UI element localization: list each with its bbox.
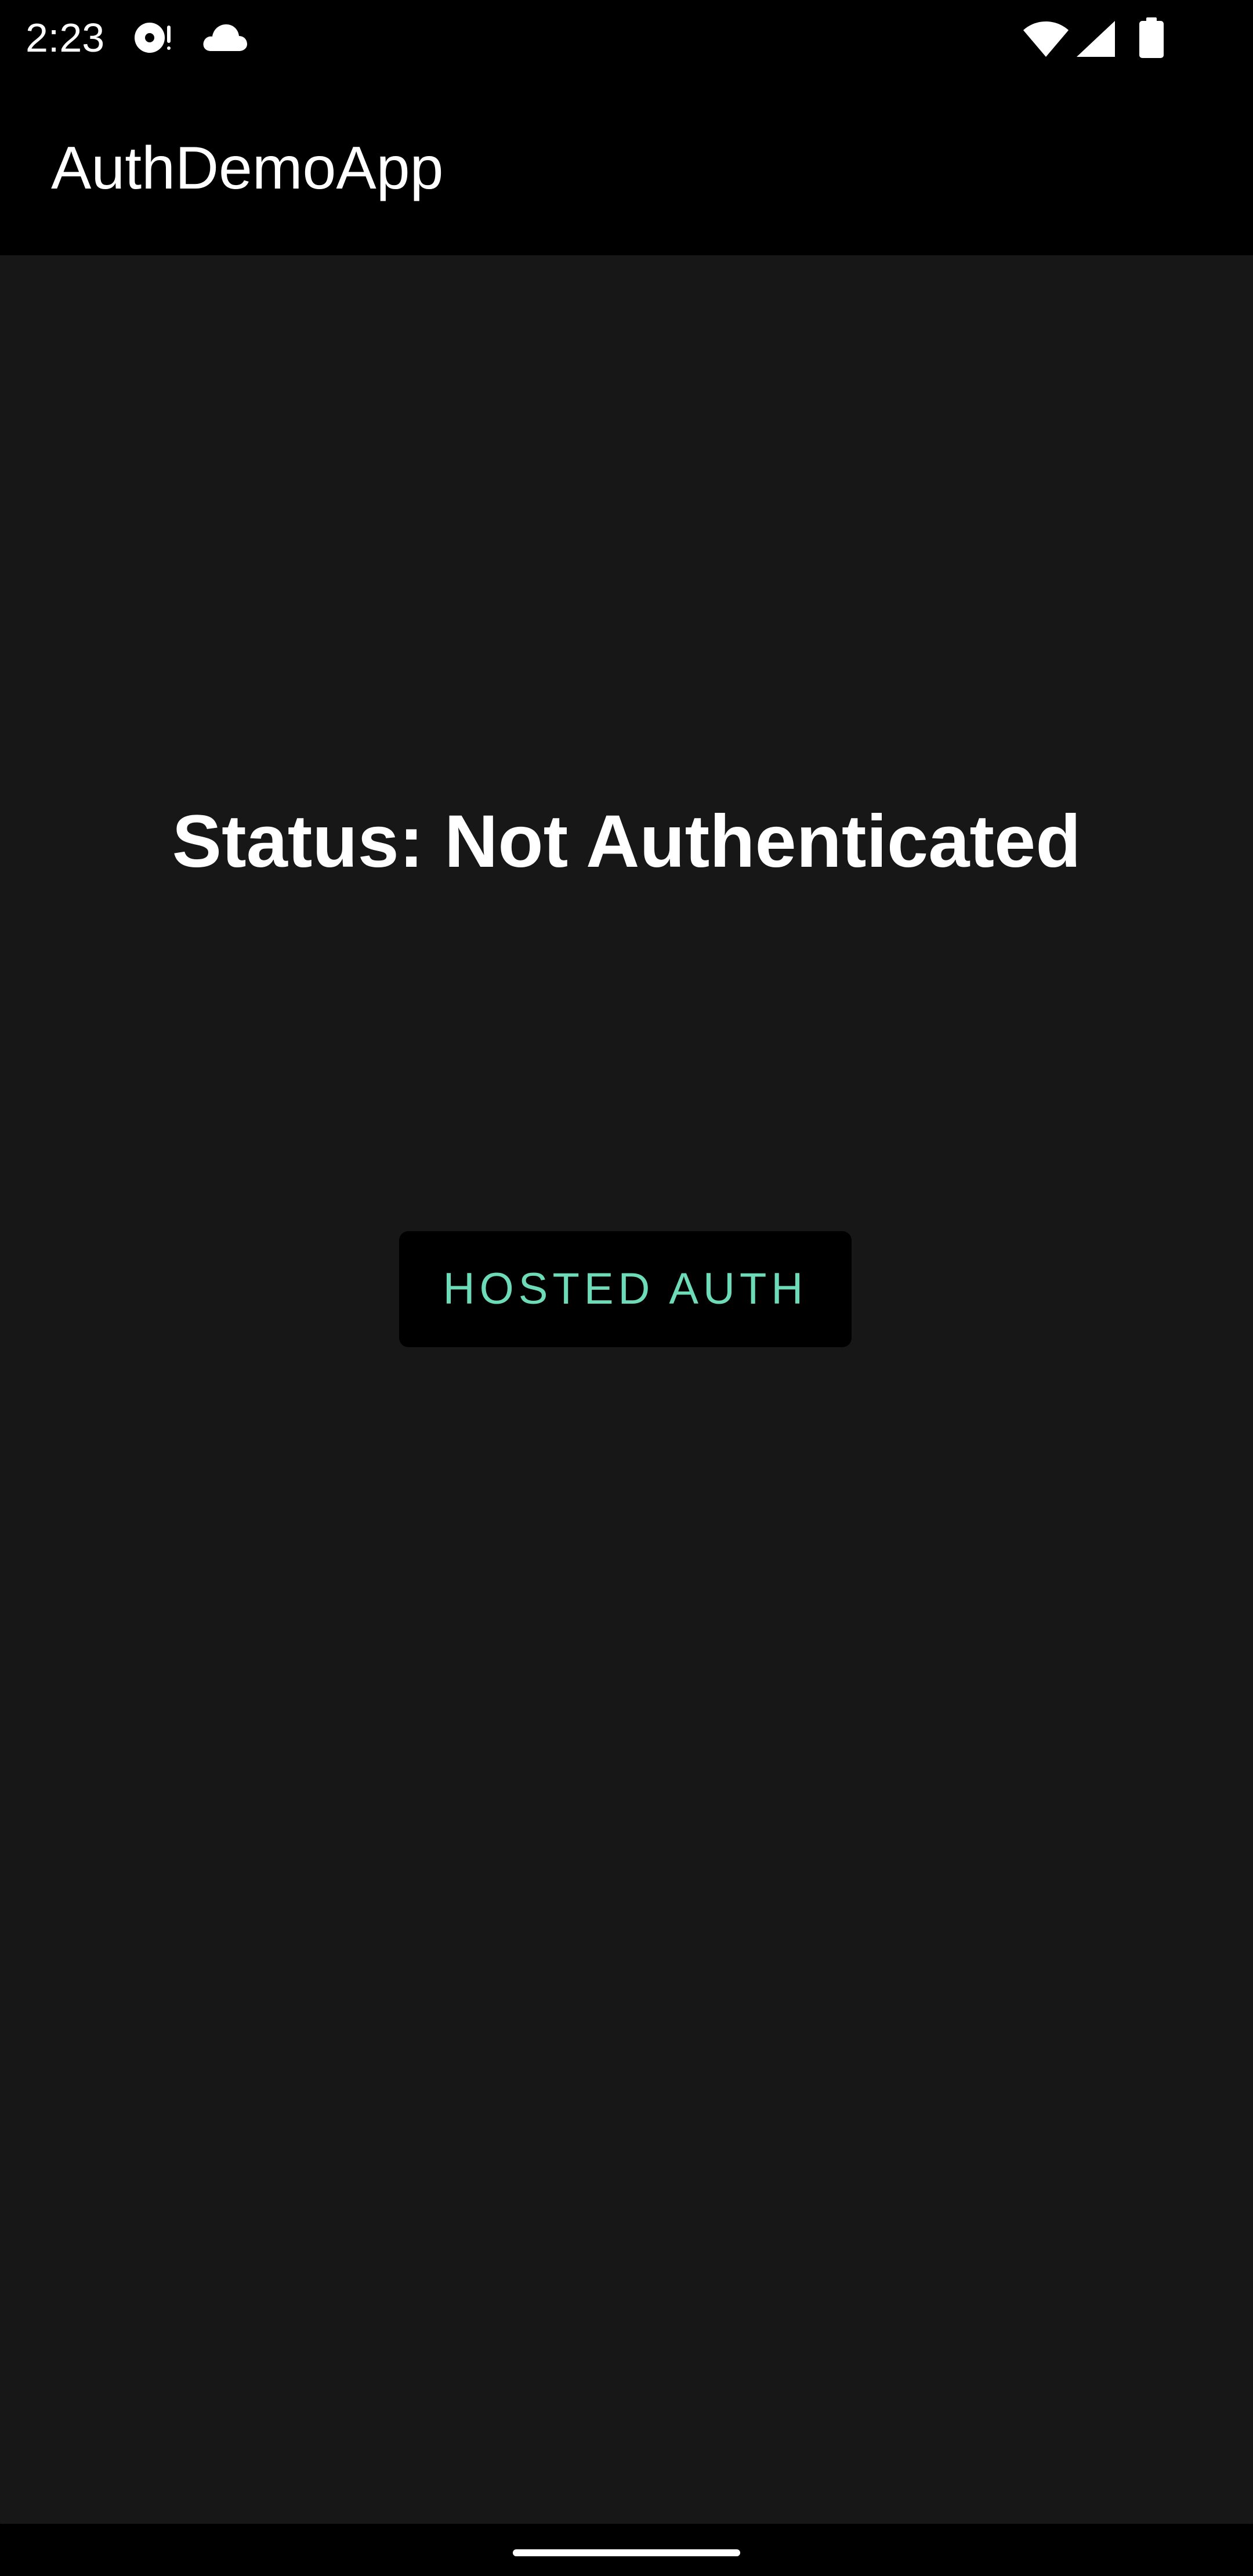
app-bar: AuthDemoApp <box>0 75 1253 255</box>
media-cast-icon <box>135 23 171 53</box>
cloud-icon <box>203 24 247 51</box>
battery-icon <box>1139 17 1164 58</box>
wifi-icon <box>1023 21 1069 57</box>
status-time: 2:23 <box>26 15 105 60</box>
hosted-auth-button[interactable]: HOSTED AUTH <box>399 1231 852 1347</box>
home-gesture-handle[interactable] <box>513 2549 740 2556</box>
status-bar: 2:23 <box>0 0 1253 75</box>
main-content: Status: Not Authenticated HOSTED AUTH <box>0 255 1253 2524</box>
phone-screen: 2:23 AuthDemoApp Status: Not Authenticat… <box>0 0 1253 2576</box>
cellular-signal-icon <box>1077 21 1115 57</box>
app-title: AuthDemoApp <box>51 135 444 202</box>
navigation-bar <box>0 2524 1253 2576</box>
auth-status-text: Status: Not Authenticated <box>172 800 1081 883</box>
